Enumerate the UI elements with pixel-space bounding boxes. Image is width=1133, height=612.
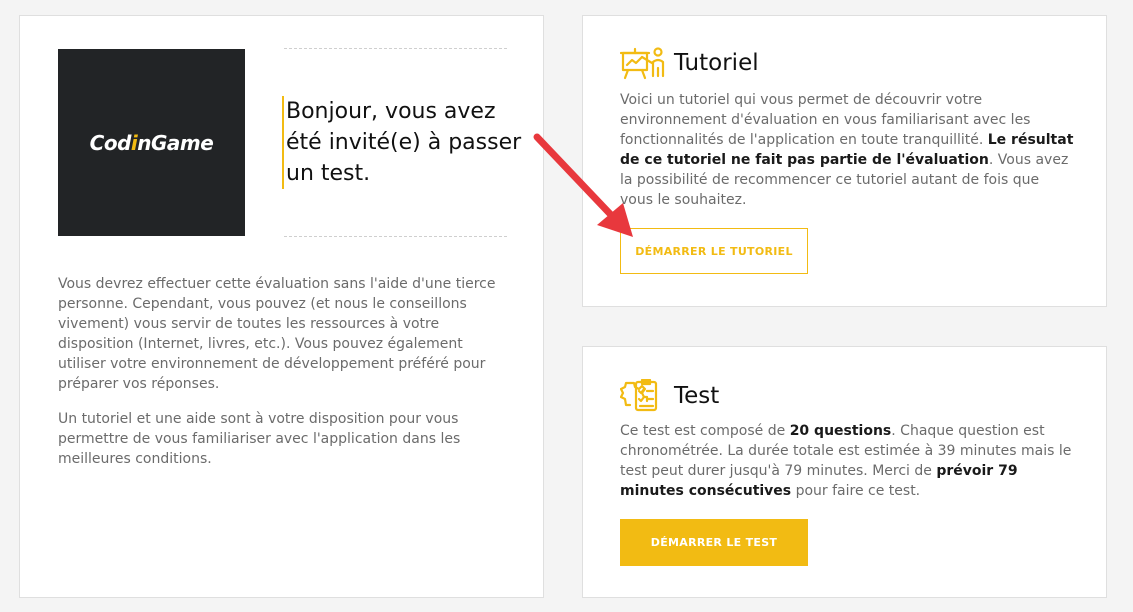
- test-card: Test Ce test est composé de 20 questions…: [582, 346, 1107, 598]
- greeting-heading: Bonjour, vous avez été invité(e) à passe…: [282, 96, 522, 189]
- start-test-button[interactable]: DÉMARRER LE TEST: [620, 519, 808, 566]
- logo-text: CodinGame: [89, 130, 214, 155]
- checklist-gear-icon: [619, 378, 666, 413]
- start-tutorial-button[interactable]: DÉMARRER LE TUTORIEL: [620, 228, 808, 274]
- tutorial-header: Tutoriel: [619, 46, 759, 80]
- tutorial-card: Tutoriel Voici un tutoriel qui vous perm…: [582, 15, 1107, 307]
- tutorial-description: Voici un tutoriel qui vous permet de déc…: [620, 92, 1074, 208]
- test-title: Test: [674, 383, 720, 409]
- intro-paragraph-1: Vous devrez effectuer cette évaluation s…: [58, 276, 496, 392]
- intro-card: CodinGame Bonjour, vous avez été invité(…: [19, 15, 544, 598]
- codingame-logo: CodinGame: [58, 49, 245, 236]
- tutorial-title: Tutoriel: [674, 50, 759, 76]
- intro-paragraph-2: Un tutoriel et une aide sont à votre dis…: [58, 411, 461, 467]
- presentation-board-icon: [619, 46, 666, 80]
- test-description: Ce test est composé de 20 questions. Cha…: [620, 423, 1072, 499]
- divider-top: [284, 48, 507, 49]
- divider-bottom: [284, 236, 507, 237]
- test-header: Test: [619, 378, 720, 413]
